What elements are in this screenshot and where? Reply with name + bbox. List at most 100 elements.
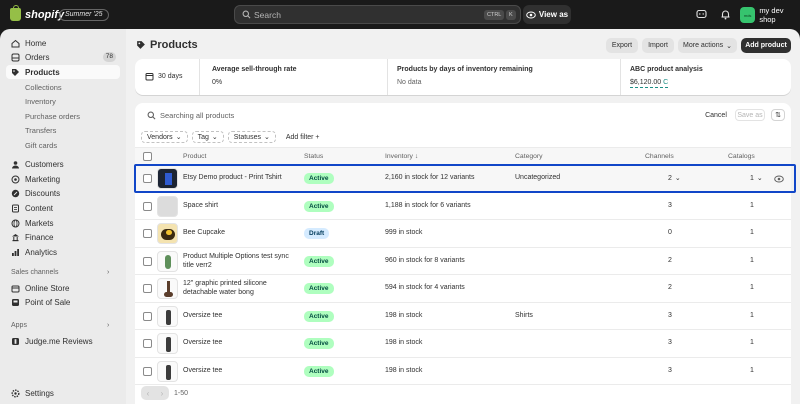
sidebar-item-gift-cards[interactable]: Gift cards xyxy=(25,141,57,150)
catalogs-value[interactable]: 1 xyxy=(750,367,754,374)
export-button[interactable]: Export xyxy=(606,38,638,53)
row-checkbox[interactable] xyxy=(143,284,152,293)
view-as-button[interactable]: View as xyxy=(523,5,571,24)
sidebar-item-marketing[interactable]: Marketing xyxy=(6,172,120,186)
channels-value[interactable]: 3 xyxy=(668,312,672,319)
product-search-input[interactable]: Searching all products xyxy=(147,111,234,120)
row-checkbox[interactable] xyxy=(143,366,152,376)
tag-filter[interactable]: Tag ⌄ xyxy=(191,131,224,143)
col-category[interactable]: Category xyxy=(515,153,543,160)
status-badge: Active xyxy=(304,255,334,267)
more-actions-button[interactable]: More actions ⌄ xyxy=(678,38,737,53)
next-page-button[interactable]: › xyxy=(155,386,169,400)
channels-value[interactable]: 3 xyxy=(668,202,672,209)
shopify-logo[interactable]: shopify xyxy=(10,5,64,21)
sidebar-item-label: Customers xyxy=(25,159,64,169)
sidebar-item-point-of-sale[interactable]: Point of Sale xyxy=(6,295,120,309)
channels-value[interactable]: 3 xyxy=(668,339,672,346)
sidebar-item-products[interactable]: Products xyxy=(6,65,120,79)
abc-analysis-metric[interactable]: ABC product analysis $6,120.00 C xyxy=(630,66,703,88)
sidebar-item-finance[interactable]: Finance xyxy=(6,230,120,244)
cancel-button[interactable]: Cancel xyxy=(703,109,729,121)
import-button[interactable]: Import xyxy=(642,38,674,53)
previous-page-button[interactable]: ‹ xyxy=(141,386,155,400)
apps-header[interactable]: Apps › xyxy=(11,322,109,329)
table-row[interactable]: Product Multiple Options test sync title… xyxy=(135,247,791,275)
add-filter-button[interactable]: Add filter + xyxy=(280,131,326,143)
bell-icon[interactable] xyxy=(720,9,731,20)
col-inventory[interactable]: Inventory ↓ xyxy=(385,153,418,160)
sidebar-item-analytics[interactable]: Analytics xyxy=(6,245,120,259)
table-row[interactable]: Oversize tee Active 198 in stock 3 1 xyxy=(135,357,791,385)
product-name[interactable]: Product Multiple Options test sync title… xyxy=(183,252,293,270)
product-name[interactable]: Oversize tee xyxy=(183,367,222,374)
sidebar-item-label: Finance xyxy=(25,232,54,242)
product-name[interactable]: Oversize tee xyxy=(183,339,222,346)
row-checkbox[interactable] xyxy=(143,311,152,321)
catalogs-value[interactable]: 1 xyxy=(750,202,754,209)
channels-value[interactable]: 0 xyxy=(668,229,672,236)
sidebar-item-purchase-orders[interactable]: Purchase orders xyxy=(25,112,80,121)
sell-through-metric[interactable]: Average sell-through rate 0% xyxy=(212,66,297,86)
catalogs-value[interactable]: 1 xyxy=(750,229,754,236)
sales-channels-header[interactable]: Sales channels › xyxy=(11,269,109,276)
col-catalogs[interactable]: Catalogs xyxy=(728,153,755,160)
sidebar-item-orders[interactable]: Orders 78 xyxy=(6,50,120,64)
sort-button[interactable]: ⇅ xyxy=(771,109,785,121)
add-product-button[interactable]: Add product xyxy=(741,38,791,53)
sidebar-item-discounts[interactable]: Discounts xyxy=(6,186,120,200)
product-name[interactable]: Space shirt xyxy=(183,202,218,209)
sidebar-item-judge-me[interactable]: Judge.me Reviews xyxy=(6,334,120,348)
sidebar-item-transfers[interactable]: Transfers xyxy=(25,126,56,135)
row-checkbox[interactable] xyxy=(143,201,152,211)
page-title: Products xyxy=(150,39,198,51)
product-name[interactable]: Oversize tee xyxy=(183,312,222,319)
statuses-filter[interactable]: Statuses ⌄ xyxy=(227,131,276,143)
global-search-input[interactable]: Search CTRL K xyxy=(234,5,521,24)
sidebar-item-customers[interactable]: Customers xyxy=(6,157,120,171)
sidebar-item-label: Point of Sale xyxy=(25,297,71,307)
table-row[interactable]: Space shirt Active 1,188 in stock for 6 … xyxy=(135,192,791,220)
vendors-filter[interactable]: Vendors ⌄ xyxy=(141,131,188,143)
col-product[interactable]: Product xyxy=(183,153,206,160)
sidebar-item-settings[interactable]: Settings xyxy=(6,386,120,400)
catalogs-value[interactable]: 1 xyxy=(750,257,754,264)
row-highlight-outline xyxy=(134,164,796,193)
product-name[interactable]: 12" graphic printed silicone detachable … xyxy=(183,279,293,297)
sidebar-item-content[interactable]: Content xyxy=(6,201,120,215)
analytics-bar: 30 days Average sell-through rate 0% Pro… xyxy=(135,59,791,95)
row-checkbox[interactable] xyxy=(143,339,152,348)
sidebar-item-label: Home xyxy=(25,38,47,48)
shop-menu[interactable]: mds my dev shop xyxy=(740,6,800,24)
edition-badge[interactable]: Summer '25 xyxy=(59,9,109,21)
product-name[interactable]: Bee Cupcake xyxy=(183,229,225,236)
sidebar-item-collections[interactable]: Collections xyxy=(25,83,62,92)
sidebar-item-markets[interactable]: Markets xyxy=(6,216,120,230)
chevron-down-icon: ⌄ xyxy=(175,134,182,141)
save-as-button[interactable]: Save as xyxy=(735,109,765,121)
sidebar-item-inventory[interactable]: Inventory xyxy=(25,97,56,106)
catalogs-value[interactable]: 1 xyxy=(750,312,754,319)
top-bar: shopify Summer '25 Search CTRL K View as… xyxy=(0,0,800,29)
sidebar-item-online-store[interactable]: Online Store xyxy=(6,281,120,295)
sidebar-item-label: Analytics xyxy=(25,247,58,257)
channels-value[interactable]: 2 xyxy=(668,284,672,291)
col-status[interactable]: Status xyxy=(304,153,323,160)
days-inventory-metric[interactable]: Products by days of inventory remaining … xyxy=(397,66,533,86)
row-checkbox[interactable] xyxy=(143,256,152,266)
chevron-down-icon: ⌄ xyxy=(211,134,218,141)
chat-icon[interactable] xyxy=(696,9,707,20)
row-checkbox[interactable] xyxy=(143,229,152,238)
table-row[interactable]: 12" graphic printed silicone detachable … xyxy=(135,275,791,303)
col-channels[interactable]: Channels xyxy=(645,153,674,160)
table-row[interactable]: Oversize tee Active 198 in stock Shirts … xyxy=(135,302,791,330)
catalogs-value[interactable]: 1 xyxy=(750,284,754,291)
catalogs-value[interactable]: 1 xyxy=(750,339,754,346)
select-all-checkbox[interactable] xyxy=(143,152,152,161)
channels-value[interactable]: 2 xyxy=(668,257,672,264)
date-range-button[interactable]: 30 days xyxy=(145,72,183,81)
sidebar-item-home[interactable]: Home xyxy=(6,36,120,50)
table-row[interactable]: Oversize tee Active 198 in stock 3 1 xyxy=(135,330,791,358)
table-row[interactable]: Bee Cupcake Draft 999 in stock 0 1 xyxy=(135,220,791,248)
channels-value[interactable]: 3 xyxy=(668,367,672,374)
